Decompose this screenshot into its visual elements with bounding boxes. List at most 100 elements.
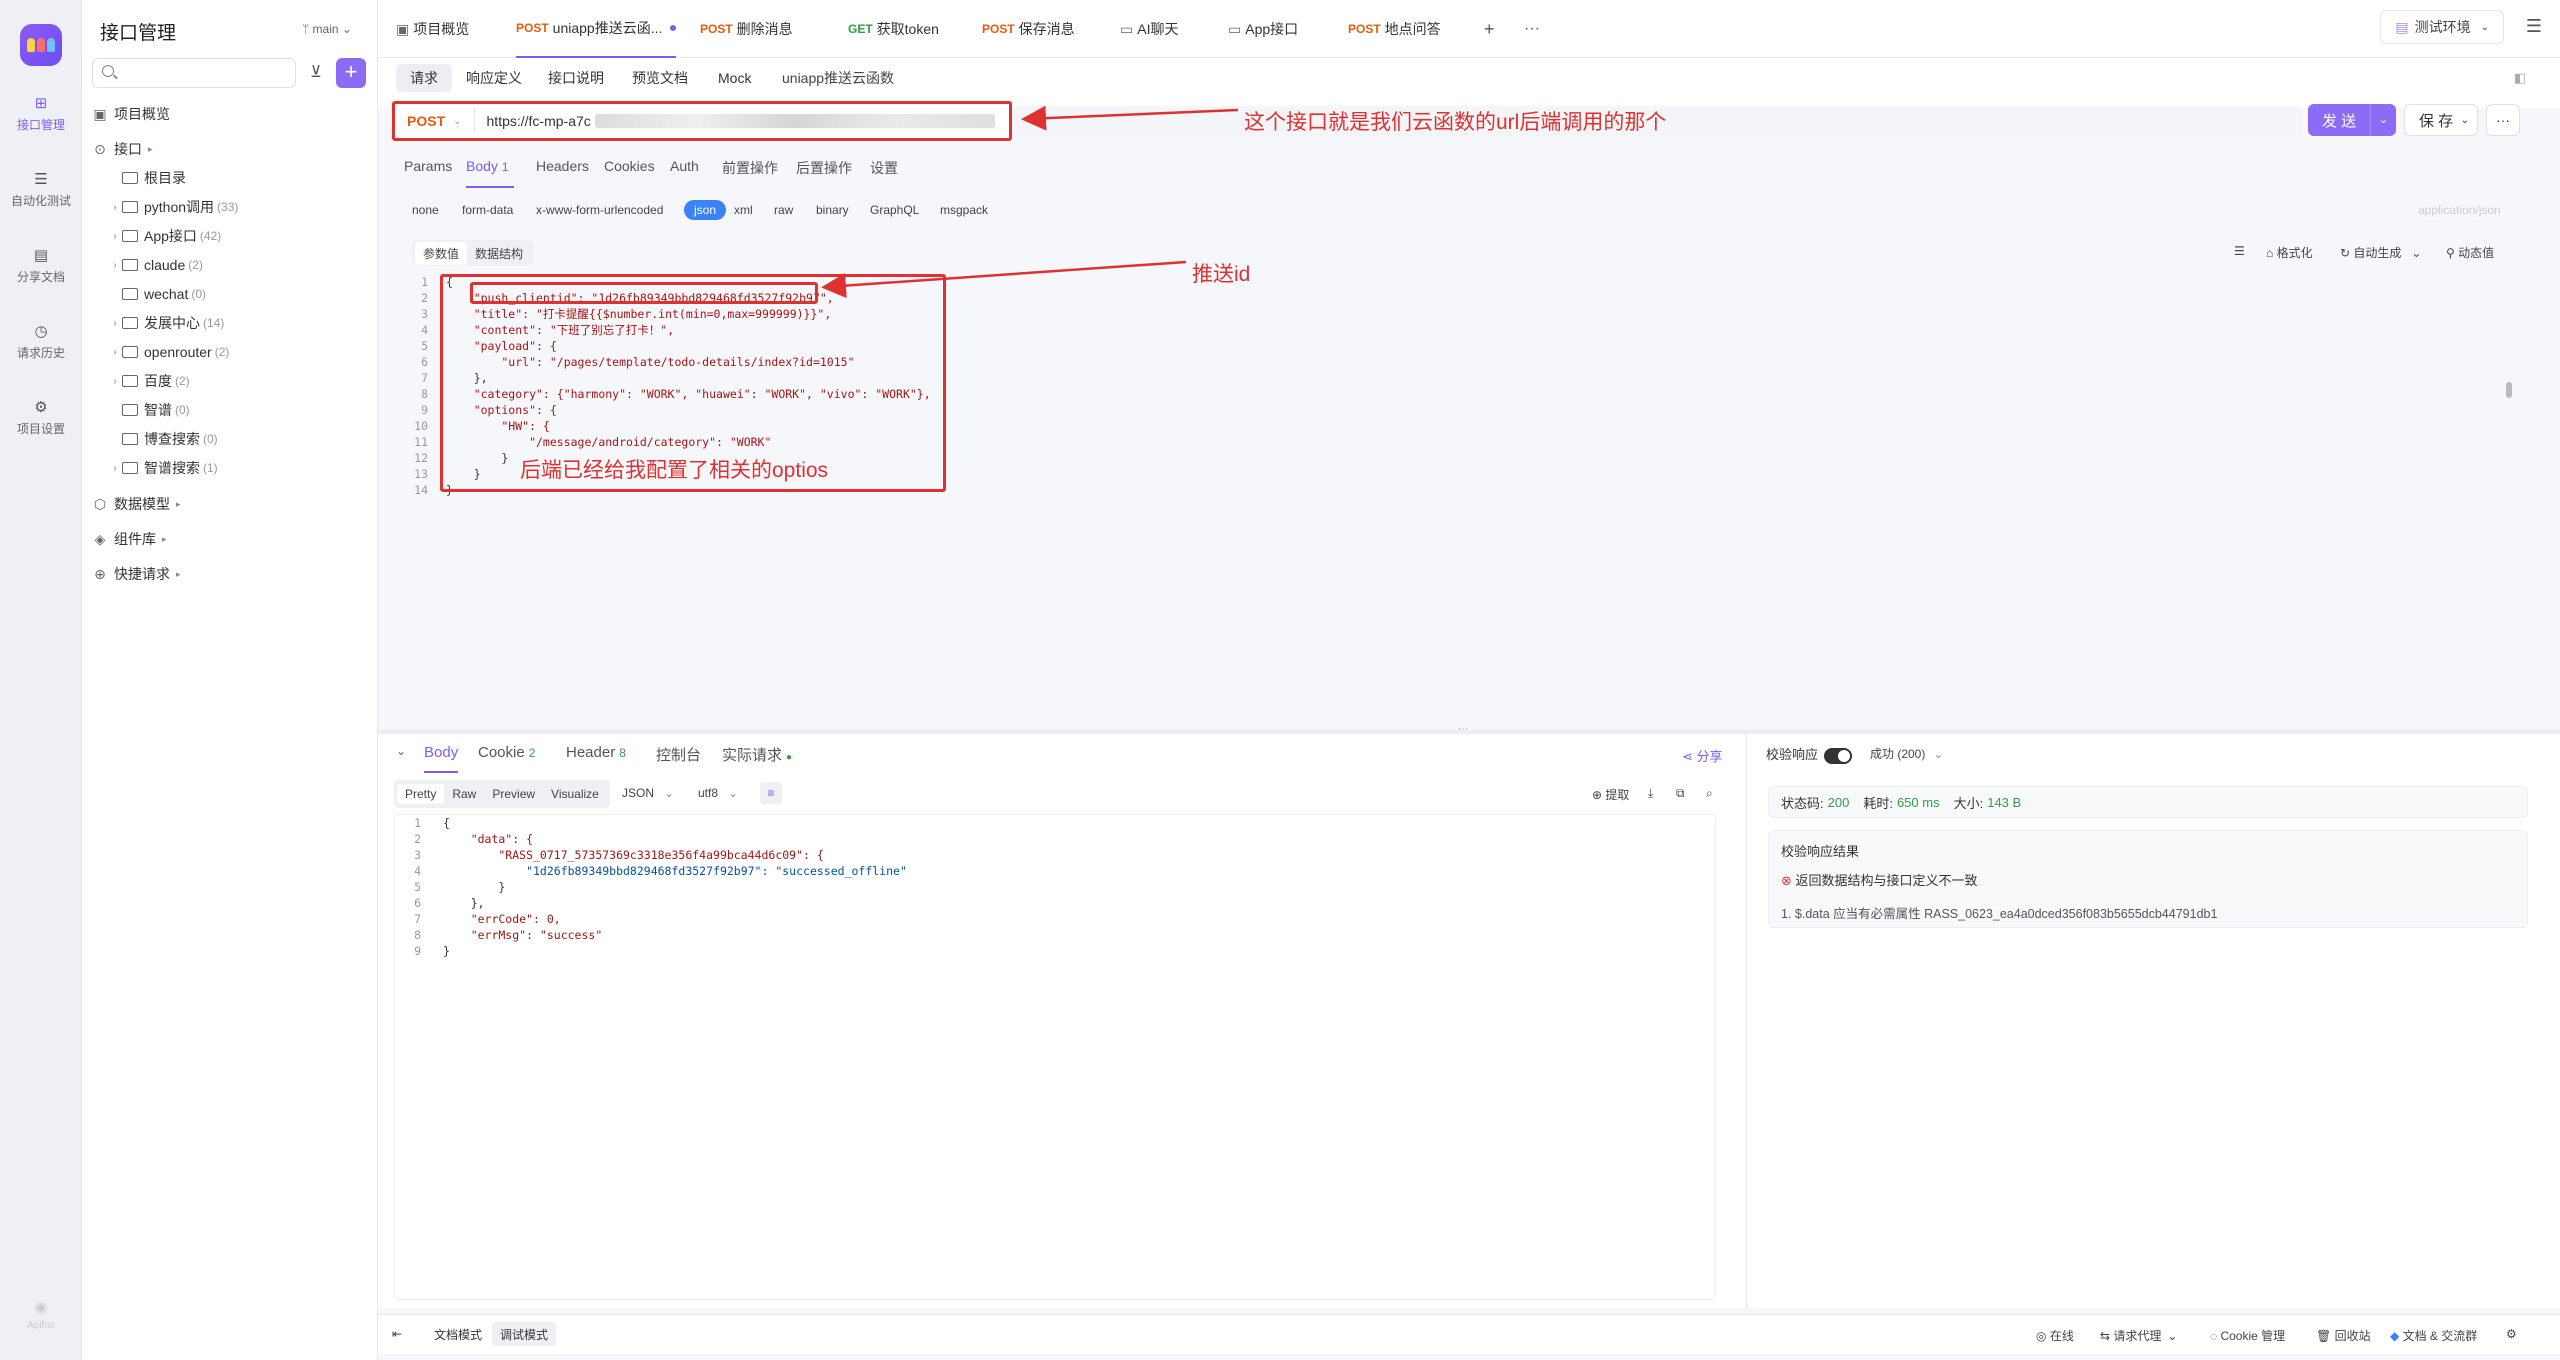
resp-encoding-select[interactable]: utf8 ⌄ xyxy=(698,786,738,800)
add-button[interactable]: + xyxy=(336,58,366,88)
rail-item-test[interactable]: ☰ 自动化测试 xyxy=(0,170,82,209)
debug-mode-button[interactable]: 调试模式 xyxy=(492,1322,557,1346)
more-actions-button[interactable]: ··· xyxy=(2486,104,2520,136)
collapse-icon[interactable]: ⌄ xyxy=(396,744,406,758)
tree-api-root[interactable]: ⊙ 接口 ▸ xyxy=(92,135,152,163)
tab-params[interactable]: Params xyxy=(404,158,452,174)
settings-icon[interactable]: ⚙ xyxy=(2506,1327,2517,1341)
tree-folder[interactable]: 博查搜索 (0) xyxy=(108,425,218,453)
tab-overview[interactable]: ▣ 项目概览 xyxy=(396,0,469,58)
tab-headers[interactable]: Headers xyxy=(536,158,589,174)
auto-generate-button[interactable]: ↻ 自动生成 ⌄ xyxy=(2340,244,2421,261)
tab-save-message[interactable]: POST 保存消息 xyxy=(982,0,1075,58)
tree-folder[interactable]: › 智谱搜索 (1) xyxy=(108,454,217,482)
subtab-api-doc[interactable]: 接口说明 xyxy=(534,64,618,92)
tab-cookies[interactable]: Cookies xyxy=(604,158,655,174)
share-button[interactable]: ⋖ 分享 xyxy=(1682,746,1723,765)
body-type-json[interactable]: json xyxy=(684,200,727,220)
resp-format-select[interactable]: JSON ⌄ xyxy=(622,786,674,800)
tree-components[interactable]: ◈ 组件库 ▸ xyxy=(92,525,167,553)
tree-overview[interactable]: ▣ 项目概览 xyxy=(92,100,170,128)
tab-ai-chat[interactable]: ▭ AI聊天 xyxy=(1120,0,1178,58)
tree-folder[interactable]: › claude (2) xyxy=(108,251,203,279)
body-type-form-data[interactable]: form-data xyxy=(462,203,513,217)
panel-toggle-icon[interactable]: ◧ xyxy=(2514,70,2526,86)
tab-uniapp-push[interactable]: POST uniapp推送云函... xyxy=(516,0,677,58)
environment-selector[interactable]: ▤ 测试环境 ⌄ xyxy=(2380,10,2504,44)
tree-folder[interactable]: › python调用 (33) xyxy=(108,193,238,221)
tree-folder[interactable]: wechat (0) xyxy=(108,280,206,308)
cookie-manager[interactable]: ◌ Cookie 管理 xyxy=(2210,1327,2285,1344)
mode-values[interactable]: 参数值 xyxy=(415,241,468,265)
url-bar[interactable]: POST ⌄ https://fc-mp-a7c xyxy=(392,101,1012,141)
tab-location-qa[interactable]: POST 地点问答 xyxy=(1348,0,1441,58)
new-tab-button[interactable]: + xyxy=(1484,0,1495,58)
subtab-mock[interactable]: Mock xyxy=(704,64,765,92)
doc-mode-button[interactable]: 文档模式 xyxy=(426,1322,490,1346)
more-tabs-icon[interactable]: ··· xyxy=(1524,0,1540,58)
tree-folder[interactable]: › 百度 (2) xyxy=(108,367,189,395)
method-selector[interactable]: POST ⌄ xyxy=(395,108,475,134)
search-icon[interactable]: ⌕ xyxy=(1706,786,1713,801)
body-type-msgpack[interactable]: msgpack xyxy=(940,203,988,217)
mode-schema[interactable]: 数据结构 xyxy=(467,242,531,265)
wrap-icon[interactable]: ☰ xyxy=(2234,244,2245,258)
toggle-switch[interactable] xyxy=(1824,747,1853,764)
online-status[interactable]: ◎ 在线 xyxy=(2036,1327,2074,1344)
tree-folder[interactable]: › openrouter (2) xyxy=(108,338,229,366)
dynamic-value-button[interactable]: ⚲ 动态值 xyxy=(2446,244,2494,261)
body-type-raw[interactable]: raw xyxy=(774,203,793,217)
chevron-down-icon[interactable]: ⌄ xyxy=(2370,104,2396,136)
tree-root-dir[interactable]: 根目录 xyxy=(108,164,186,192)
view-visualize[interactable]: Visualize xyxy=(543,784,607,804)
tree-folder[interactable]: › App接口 (42) xyxy=(108,222,221,250)
search-input[interactable] xyxy=(92,58,296,88)
tab-get-token[interactable]: GET 获取token xyxy=(848,0,939,58)
status-select[interactable]: 成功 (200) ⌄ xyxy=(1870,745,1943,762)
send-button[interactable]: 发 送 ⌄ xyxy=(2308,104,2396,136)
wrap-icon[interactable]: ≡ xyxy=(760,782,782,804)
view-preview[interactable]: Preview xyxy=(484,784,543,804)
url-input[interactable]: https://fc-mp-a7c xyxy=(475,113,591,129)
validate-toggle[interactable]: 校验响应 xyxy=(1766,744,1853,764)
extract-button[interactable]: ⊕ 提取 xyxy=(1592,786,1629,803)
tree-folder[interactable]: › 发展中心 (14) xyxy=(108,309,224,337)
tree-data-model[interactable]: ⬡ 数据模型 ▸ xyxy=(92,490,181,518)
menu-icon[interactable]: ☰ xyxy=(2526,16,2542,37)
copy-icon[interactable]: ⧉ xyxy=(1676,786,1685,801)
resp-tab-body[interactable]: Body xyxy=(424,744,459,773)
download-icon[interactable]: ⤓ xyxy=(1648,786,1653,801)
subtab-preview-doc[interactable]: 预览文档 xyxy=(618,64,702,92)
subtab-request[interactable]: 请求 xyxy=(396,64,452,92)
body-type-urlencoded[interactable]: x-www-form-urlencoded xyxy=(536,203,663,217)
tab-body[interactable]: Body 1 xyxy=(466,158,509,174)
community-link[interactable]: ◆ 文档 & 交流群 xyxy=(2390,1327,2477,1344)
tree-quick-request[interactable]: ⊕ 快捷请求 ▸ xyxy=(92,560,180,588)
tab-pre-ops[interactable]: 前置操作 xyxy=(722,158,778,178)
tab-settings[interactable]: 设置 xyxy=(870,158,898,178)
resp-tab-cookie[interactable]: Cookie 2 xyxy=(478,744,535,761)
body-type-graphql[interactable]: GraphQL xyxy=(870,203,919,217)
branch-selector[interactable]: ᛘ main ⌄ xyxy=(302,22,352,36)
tree-folder[interactable]: 智谱 (0) xyxy=(108,396,190,424)
tab-app-api[interactable]: ▭ App接口 xyxy=(1228,0,1298,58)
tab-auth[interactable]: Auth xyxy=(670,158,699,174)
proxy-selector[interactable]: ⇆ 请求代理 ⌄ xyxy=(2100,1327,2177,1344)
body-type-binary[interactable]: binary xyxy=(816,203,849,217)
view-pretty[interactable]: Pretty xyxy=(397,784,445,804)
save-button[interactable]: 保 存 ⌄ xyxy=(2404,104,2478,136)
rail-item-history[interactable]: ◷ 请求历史 xyxy=(0,322,82,361)
editor-scrollbar[interactable] xyxy=(2506,382,2512,398)
resp-tab-header[interactable]: Header 8 xyxy=(566,744,626,761)
body-type-none[interactable]: none xyxy=(412,203,439,217)
response-body-viewer[interactable]: 123456789 { "data": { "RASS_0717_5735736… xyxy=(394,814,1716,1300)
view-raw[interactable]: Raw xyxy=(444,784,484,804)
subtab-response-def[interactable]: 响应定义 xyxy=(452,64,536,92)
recycle-bin[interactable]: 🗑 回收站 xyxy=(2316,1327,2371,1344)
format-button[interactable]: ⌂ 格式化 xyxy=(2266,244,2313,261)
rail-item-docs[interactable]: ▤ 分享文档 xyxy=(0,246,82,285)
resp-tab-actual-request[interactable]: 实际请求 ● xyxy=(722,744,792,765)
filter-icon[interactable]: ⊻ xyxy=(304,60,328,86)
resp-tab-console[interactable]: 控制台 xyxy=(656,744,701,765)
collapse-sidebar-icon[interactable]: ⇤ xyxy=(392,1327,402,1341)
